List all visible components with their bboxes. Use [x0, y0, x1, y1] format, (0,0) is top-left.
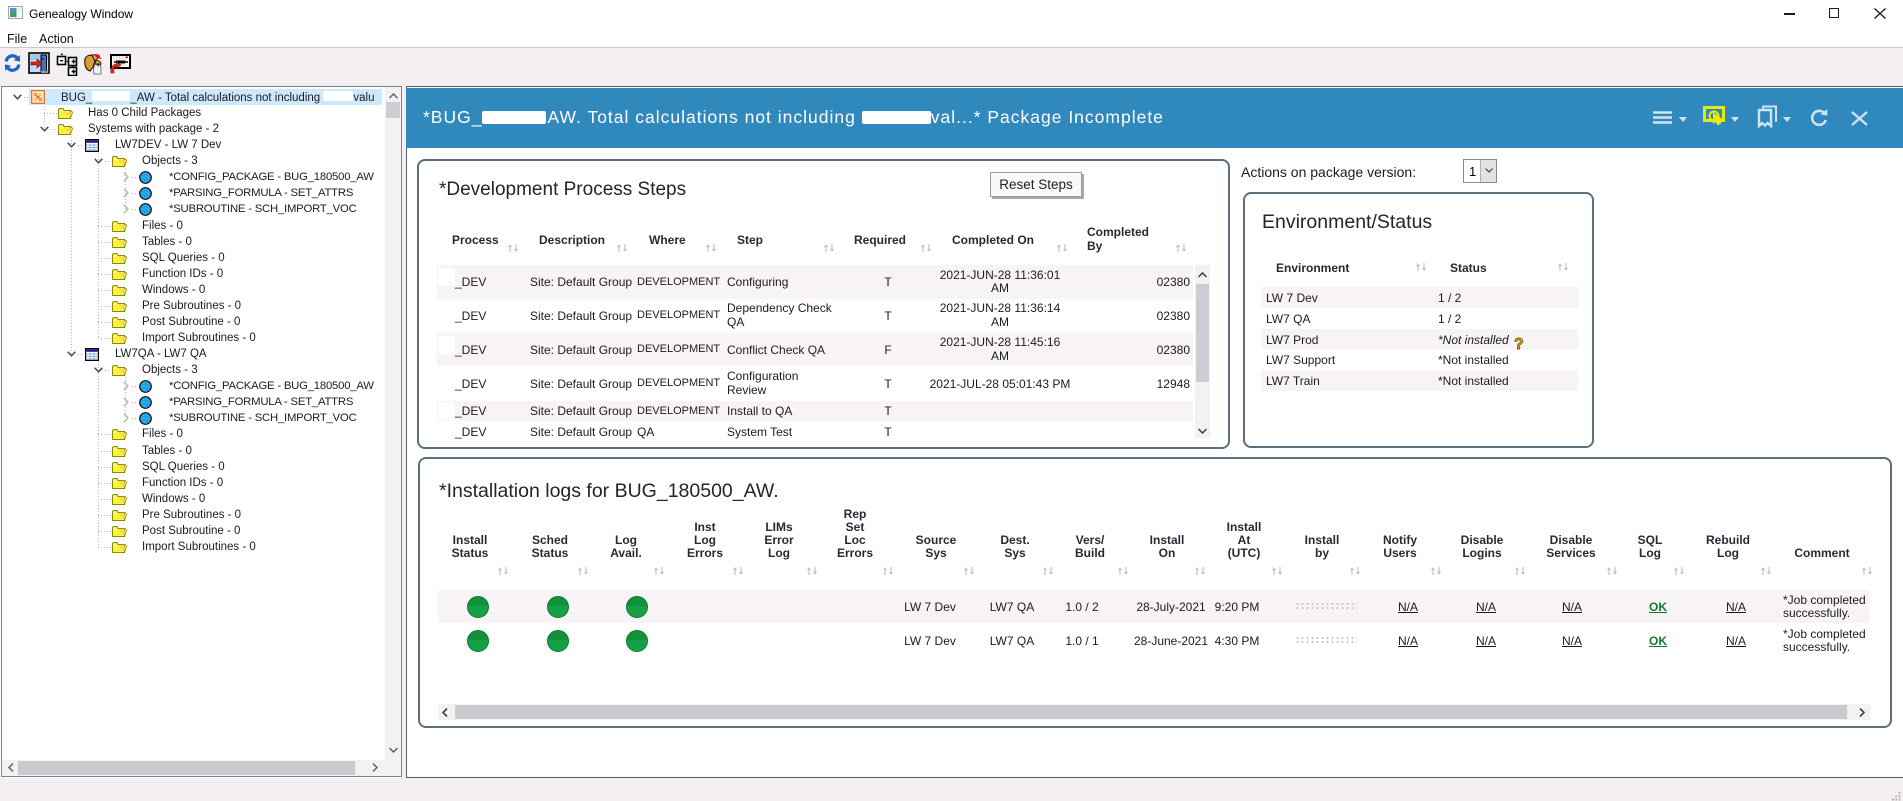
svg-text:?: ? [1514, 336, 1524, 350]
